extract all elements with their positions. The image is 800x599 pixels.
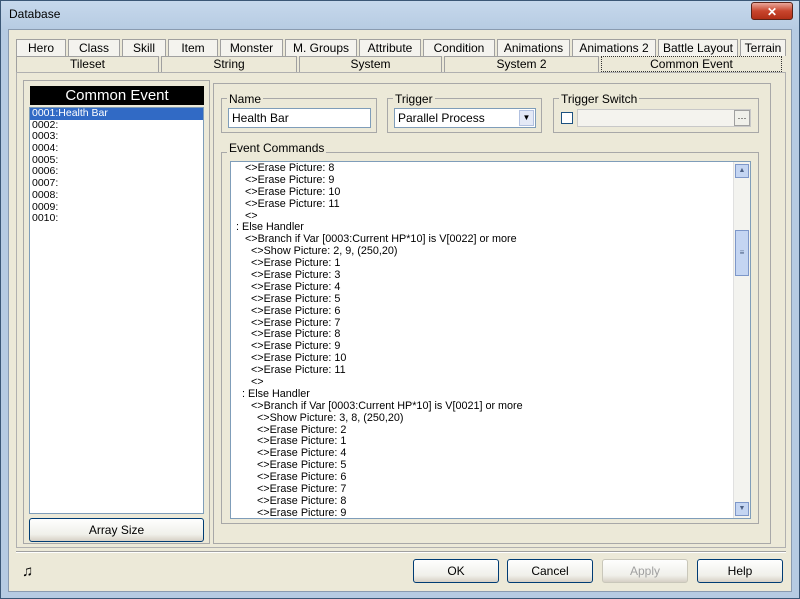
tab-terrain[interactable]: Terrain [740, 39, 786, 56]
list-item[interactable]: 0008: [30, 189, 203, 202]
command-line[interactable]: <>Erase Picture: 5 [233, 293, 523, 306]
list-item[interactable]: 0010: [30, 212, 203, 225]
close-button[interactable]: ✕ [751, 2, 793, 20]
list-item[interactable]: 0004: [30, 142, 203, 155]
array-size-button[interactable]: Array Size [29, 518, 204, 542]
tab-skill[interactable]: Skill [122, 39, 166, 56]
trigger-dropdown[interactable]: Parallel Process ▼ [394, 108, 536, 128]
tab-row-2: Tileset String System System 2 Common Event [16, 56, 786, 72]
event-commands-label: Event Commands [227, 141, 327, 155]
command-line[interactable]: <>Erase Picture: 6 [233, 305, 523, 318]
tab-m-groups[interactable]: M. Groups [285, 39, 357, 56]
divider [16, 551, 786, 553]
window-title: Database [9, 7, 61, 21]
scroll-thumb[interactable]: ≡ [735, 230, 749, 276]
browse-button[interactable]: ··· [734, 110, 750, 126]
tab-row-1: Hero Class Skill Item Monster M. Groups Attrib… [16, 39, 788, 57]
tab-system-2[interactable]: System 2 [444, 56, 599, 72]
common-event-list[interactable]: 0001:Health Bar 0002: 0003: 0004: 0005: 0006:… [29, 107, 204, 514]
trigger-label: Trigger [393, 92, 435, 106]
command-line[interactable]: <>Erase Picture: 11 [233, 364, 523, 377]
tab-item[interactable]: Item [168, 39, 218, 56]
name-field[interactable]: Health Bar [228, 108, 371, 128]
name-label: Name [227, 92, 264, 106]
title-bar[interactable]: Database ✕ [1, 1, 799, 29]
trigger-switch-label: Trigger Switch [559, 92, 640, 106]
tab-system[interactable]: System [299, 56, 442, 72]
scroll-down-icon[interactable]: ▼ [735, 502, 749, 516]
vertical-scrollbar[interactable]: ▲ ≡ ▼ [733, 162, 750, 518]
command-line[interactable]: <>Branch if Var [0003:Current HP*10] is … [233, 400, 523, 413]
command-line[interactable]: <>Erase Picture: 9 [233, 507, 523, 518]
list-item[interactable]: 0001:Health Bar [30, 107, 203, 120]
scroll-up-icon[interactable]: ▲ [735, 164, 749, 178]
tab-animations-2[interactable]: Animations 2 [572, 39, 656, 56]
tab-attribute[interactable]: Attribute [359, 39, 421, 56]
tab-battle-layout[interactable]: Battle Layout [658, 39, 738, 56]
tab-tileset[interactable]: Tileset [16, 56, 159, 72]
tab-condition[interactable]: Condition [423, 39, 495, 56]
command-line[interactable]: <>Erase Picture: 11 [233, 198, 523, 211]
tab-hero[interactable]: Hero [16, 39, 66, 56]
tab-string[interactable]: String [161, 56, 297, 72]
command-line[interactable]: <>Erase Picture: 4 [233, 281, 523, 294]
event-commands-list[interactable]: <>Erase Picture: 8 <>Erase Picture: 9 <>… [230, 161, 751, 519]
ok-button[interactable]: OK [413, 559, 499, 583]
tab-class[interactable]: Class [68, 39, 120, 56]
command-line[interactable]: <>Show Picture: 3, 8, (250,20) [233, 412, 523, 425]
trigger-switch-field [577, 109, 751, 127]
tab-animations[interactable]: Animations [497, 39, 570, 56]
command-line[interactable]: <>Erase Picture: 10 [233, 186, 523, 199]
database-window: Database ✕ Hero Class Skill Item Monster M. G… [0, 0, 800, 599]
trigger-value: Parallel Process [398, 111, 485, 125]
tab-monster[interactable]: Monster [220, 39, 283, 56]
command-lines: <>Erase Picture: 8 <>Erase Picture: 9 <>… [233, 162, 523, 518]
chevron-down-icon[interactable]: ▼ [519, 110, 534, 126]
command-line[interactable]: <>Erase Picture: 9 [233, 174, 523, 187]
help-button[interactable]: Help [697, 559, 783, 583]
apply-button[interactable]: Apply [602, 559, 688, 583]
trigger-switch-checkbox[interactable] [561, 112, 573, 124]
list-header: Common Event [30, 86, 204, 105]
music-icon[interactable]: ♫ [22, 563, 33, 580]
tab-common-event[interactable]: Common Event [601, 56, 782, 72]
cancel-button[interactable]: Cancel [507, 559, 593, 583]
